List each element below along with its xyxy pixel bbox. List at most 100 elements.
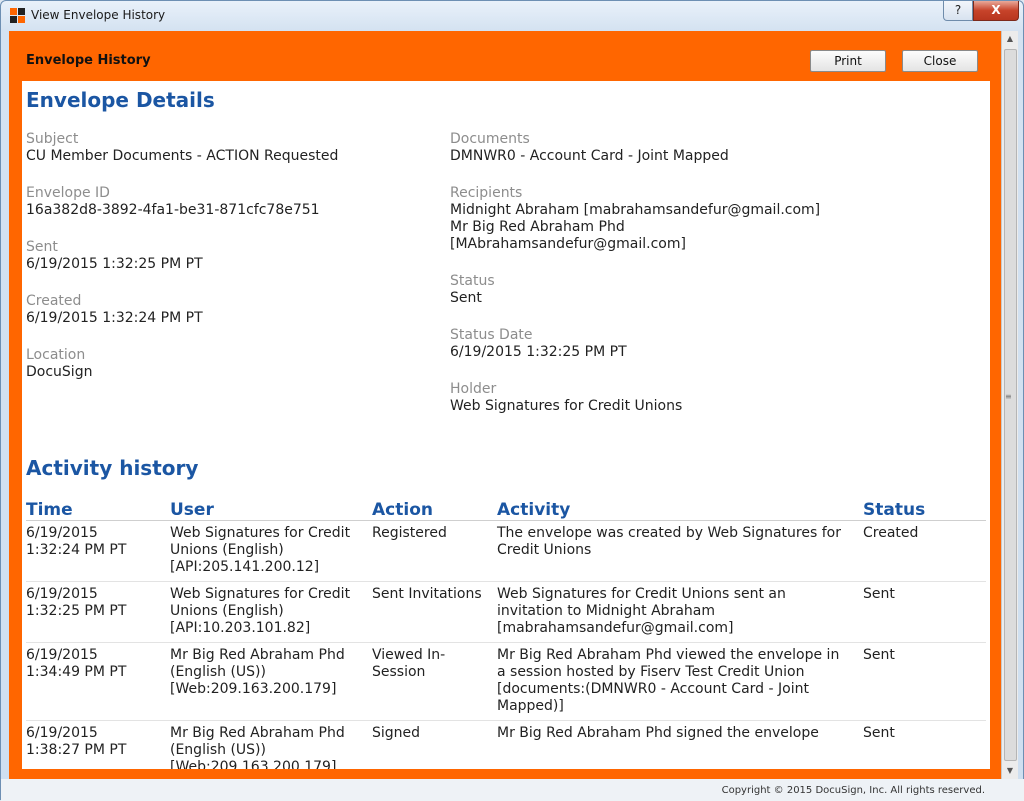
cell-line: Credit Unions [497,542,592,558]
table-header-row: Time User Action Activity Status [26,500,986,521]
cell-line: Viewed In- [372,647,446,663]
cell-line: The envelope was created by Web Signatur… [497,525,841,541]
created-field: Created 6/19/2015 1:32:24 PM PT [26,293,436,327]
window: View Envelope History ? X Envelope Histo… [0,0,1024,801]
cell-line: [mabrahamsandefur@gmail.com] [497,620,734,636]
envelope-history-panel: Envelope History Print Close Envelope De… [9,31,1017,779]
action-cell: Signed [372,720,497,769]
time-cell: 6/19/2015 1:38:27 PM PT [26,720,170,769]
time-cell: 6/19/2015 1:32:25 PM PT [26,581,170,643]
field-value: 6/19/2015 1:32:25 PM PT [450,344,627,360]
cell-line: 1:38:27 PM PT [26,742,127,758]
field-value: DocuSign [26,364,93,380]
field-label: Sent [26,239,58,255]
cell-line: a session hosted by Fiserv Test Credit U… [497,664,805,680]
cell-line: Mr Big Red Abraham Phd [170,647,345,663]
panel-content: Envelope Details Subject CU Member Docum… [22,81,990,769]
column-header-activity[interactable]: Activity [497,500,863,521]
cell-line: [API:205.141.200.12] [170,559,320,575]
envelope-details-heading: Envelope Details [26,88,215,112]
activity-table: Time User Action Activity Status 6/19/20… [26,500,986,769]
cell-line: Unions (English) [170,542,284,558]
close-button[interactable]: Close [902,50,978,72]
cell-line: 1:32:24 PM PT [26,542,127,558]
field-label: Subject [26,131,79,147]
field-value: DMNWR0 - Account Card - Joint Mapped [450,148,729,164]
cell-line: 6/19/2015 [26,647,98,663]
cell-line: (English (US)) [170,742,266,758]
user-cell: Web Signatures for Credit Unions (English… [170,581,372,643]
column-header-action[interactable]: Action [372,500,497,521]
field-label: Recipients [450,185,523,201]
documents-field: Documents DMNWR0 - Account Card - Joint … [450,131,970,165]
cell-line: Web Signatures for Credit [170,586,351,602]
print-button[interactable]: Print [810,50,886,72]
vertical-scrollbar[interactable]: ▲ ≡ ▼ [1001,31,1018,779]
footer: Copyright © 2015 DocuSign, Inc. All righ… [1,779,1024,801]
field-label: Status [450,273,495,289]
status-cell: Created [863,520,986,582]
window-title: View Envelope History [31,8,166,22]
grip-icon: ≡ [1005,392,1012,401]
field-label: Documents [450,131,530,147]
action-cell: Viewed In- Session [372,642,497,721]
cell-line: [API:10.203.101.82] [170,620,311,636]
location-field: Location DocuSign [26,347,436,381]
field-value: Midnight Abraham [mabrahamsandefur@gmail… [450,202,821,218]
window-close-button[interactable]: X [973,1,1019,21]
user-cell: Web Signatures for Credit Unions (English… [170,520,372,582]
cell-line: [Web:209.163.200.179] [170,759,337,769]
cell-line: Mapped)] [497,698,564,714]
status-cell: Sent [863,581,986,643]
recipients-field: Recipients Midnight Abraham [mabrahamsan… [450,185,970,253]
field-value: 16a382d8-3892-4fa1-be31-871cfc78e751 [26,202,320,218]
activity-cell: Web Signatures for Credit Unions sent an… [497,581,863,643]
field-label: Created [26,293,82,309]
status-field: Status Sent [450,273,970,307]
cell-line: (English (US)) [170,664,266,680]
status-date-field: Status Date 6/19/2015 1:32:25 PM PT [450,327,970,361]
field-label: Status Date [450,327,533,343]
activity-cell: The envelope was created by Web Signatur… [497,520,863,582]
cell-line: [documents:(DMNWR0 - Account Card - Join… [497,681,809,697]
activity-cell: Mr Big Red Abraham Phd viewed the envelo… [497,642,863,721]
field-value: 6/19/2015 1:32:24 PM PT [26,310,203,326]
cell-line: Session [372,664,426,680]
status-cell: Sent [863,720,986,769]
holder-field: Holder Web Signatures for Credit Unions [450,381,970,415]
cell-line: Sent Invitations [372,586,482,602]
field-value: Mr Big Red Abraham Phd [450,219,625,235]
time-cell: 6/19/2015 1:32:24 PM PT [26,520,170,582]
field-value: Sent [450,290,482,306]
user-cell: Mr Big Red Abraham Phd (English (US)) [Web… [170,642,372,721]
field-value: CU Member Documents - ACTION Requested [26,148,339,164]
cell-line: Unions (English) [170,603,284,619]
scrollbar-thumb[interactable] [1004,49,1017,761]
status-cell: Sent [863,642,986,721]
panel-header: Envelope History Print Close [22,35,990,81]
panel-title: Envelope History [26,53,151,68]
activity-history-heading: Activity history [26,456,199,480]
user-cell: Mr Big Red Abraham Phd (English (US)) [Web… [170,720,372,769]
cell-line: Web Signatures for Credit [170,525,351,541]
column-header-time[interactable]: Time [26,500,170,521]
column-header-user[interactable]: User [170,500,372,521]
arrow-up-icon[interactable]: ▲ [1002,31,1018,47]
docusign-app-icon [10,8,26,24]
cell-line: 6/19/2015 [26,725,98,741]
cell-line: Mr Big Red Abraham Phd [170,725,345,741]
column-header-status[interactable]: Status [863,500,986,521]
table-row: 6/19/2015 1:32:24 PM PT Web Signatures fo… [26,520,986,582]
table-row: 6/19/2015 1:38:27 PM PT Mr Big Red Abraha… [26,720,986,769]
help-button[interactable]: ? [943,1,973,21]
copyright-text: Copyright © 2015 DocuSign, Inc. All righ… [721,785,985,796]
field-value: 6/19/2015 1:32:25 PM PT [26,256,203,272]
arrow-down-icon[interactable]: ▼ [1002,763,1018,779]
title-bar[interactable]: View Envelope History ? X [1,1,1023,31]
cell-line: Signed [372,725,421,741]
table-row: 6/19/2015 1:34:49 PM PT Mr Big Red Abraha… [26,642,986,721]
cell-line: 1:32:25 PM PT [26,603,127,619]
subject-field: Subject CU Member Documents - ACTION Req… [26,131,436,165]
cell-line: 1:34:49 PM PT [26,664,127,680]
field-label: Holder [450,381,497,397]
